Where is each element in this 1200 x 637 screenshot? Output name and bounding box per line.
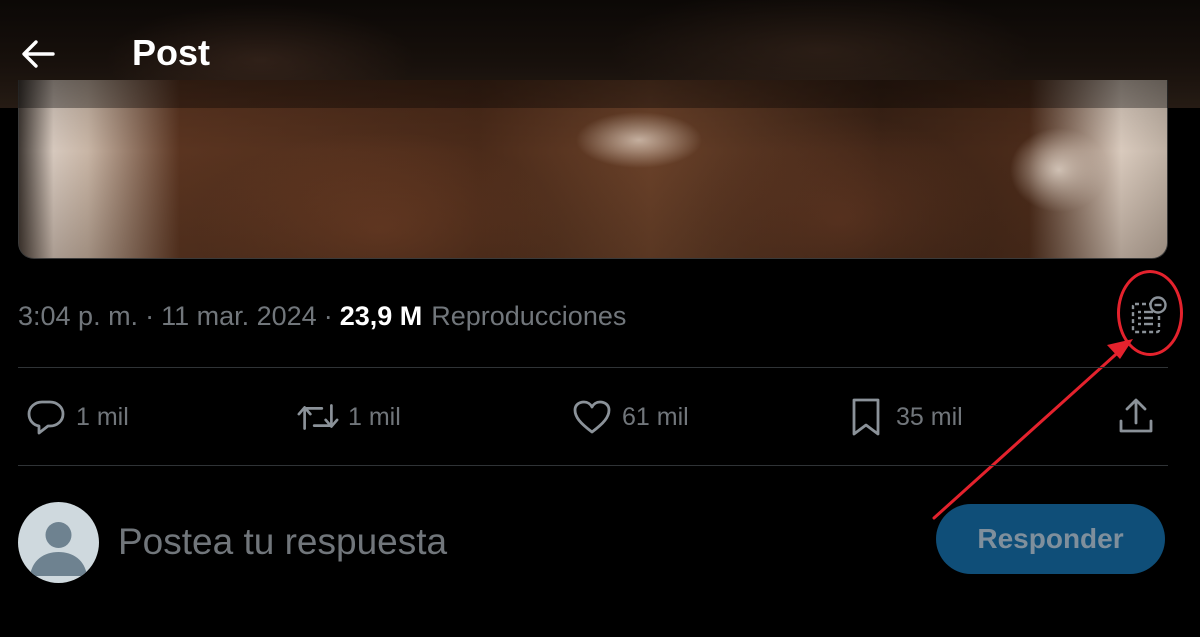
post-meta: 3:04 p. m. · 11 mar. 2024 · 23,9 M Repro… (18, 296, 626, 336)
repost-count: 1 mil (348, 402, 401, 431)
back-button[interactable] (18, 34, 58, 74)
top-bar: Post (0, 0, 1200, 108)
bookmark-count: 35 mil (896, 402, 963, 431)
views-label: Reproducciones (431, 300, 627, 331)
divider (18, 465, 1168, 466)
like-action[interactable]: 61 mil (570, 393, 689, 441)
reply-icon (24, 395, 68, 439)
separator: · (323, 300, 333, 331)
default-avatar-icon (30, 522, 87, 576)
page-title: Post (132, 32, 211, 73)
post-time[interactable]: 3:04 p. m. (18, 301, 138, 332)
bookmark-action[interactable]: 35 mil (844, 393, 963, 441)
separator: · (145, 300, 155, 331)
like-count: 61 mil (622, 402, 689, 431)
reply-count: 1 mil (76, 402, 129, 431)
avatar[interactable] (18, 502, 99, 583)
annotation-circle (1117, 270, 1183, 356)
divider (18, 367, 1168, 368)
share-action[interactable] (1114, 393, 1158, 441)
repost-action[interactable]: 1 mil (296, 393, 401, 441)
heart-icon (570, 395, 614, 439)
reply-action[interactable]: 1 mil (24, 393, 129, 441)
repost-icon (296, 395, 340, 439)
arrow-left-icon (22, 40, 55, 68)
post-date[interactable]: 11 mar. 2024 (161, 301, 317, 332)
views-count: 23,9 M (339, 300, 423, 331)
reply-input[interactable] (118, 512, 878, 572)
share-icon (1114, 395, 1158, 439)
reply-button[interactable]: Responder (936, 504, 1165, 574)
bookmark-icon (844, 395, 888, 439)
